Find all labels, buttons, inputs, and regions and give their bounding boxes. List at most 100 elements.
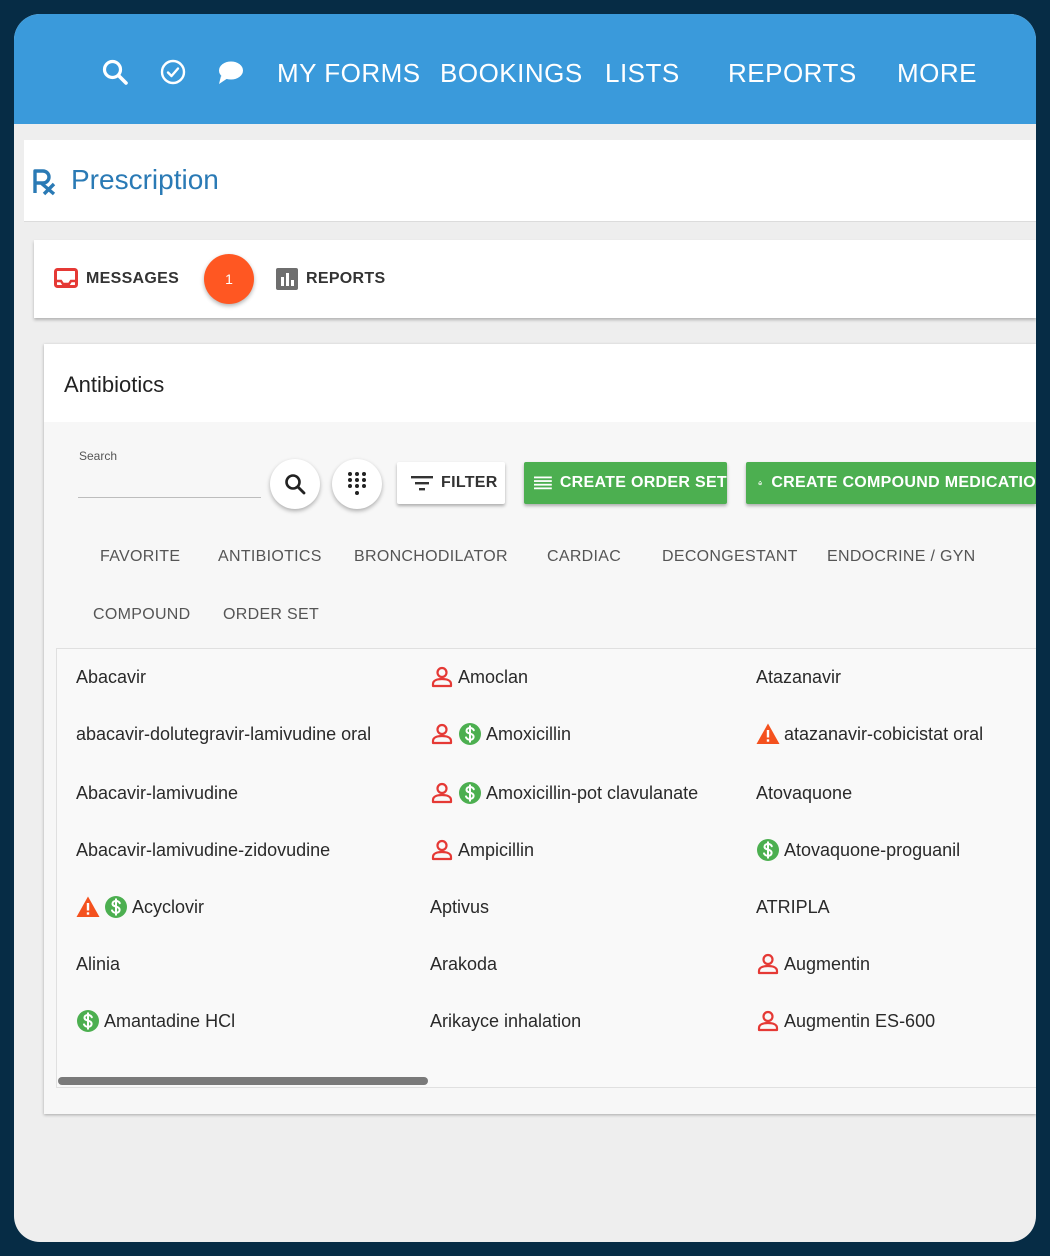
category-favorite[interactable]: FAVORITE: [100, 548, 180, 566]
dollar-icon: [757, 839, 779, 861]
medication-name: Atovaquone: [756, 782, 853, 803]
category-antibiotics[interactable]: ANTIBIOTICS: [218, 548, 322, 566]
medication-name: Arakoda: [430, 953, 498, 974]
medication-item[interactable]: Abacavir-lamivudine: [76, 780, 238, 806]
medication-name: ATRIPLA: [756, 896, 830, 917]
medication-name: Arikayce inhalation: [430, 1010, 582, 1031]
person-icon: [431, 839, 453, 861]
card-header: Antibiotics: [44, 344, 1036, 422]
person-icon: [757, 1010, 779, 1032]
card-title: Antibiotics: [64, 372, 165, 397]
search-icon: [285, 474, 306, 495]
drop-icon: [758, 480, 762, 486]
scrollbar-thumb[interactable]: [58, 1077, 428, 1085]
category-compound[interactable]: COMPOUND: [93, 606, 191, 624]
rx-icon: [33, 169, 56, 196]
medication-name: Acyclovir: [132, 896, 205, 917]
category-bronchodilator[interactable]: BRONCHODILATOR: [354, 548, 508, 566]
list-icon: [534, 476, 552, 490]
create-compound-label: CREATE COMPOUND MEDICATIO: [771, 474, 1036, 491]
search-icon[interactable]: [101, 58, 129, 86]
app-frame: MY FORMS BOOKINGS LISTS REPORTS MORE Pre…: [14, 14, 1036, 1242]
messages-count-badge: 1: [204, 254, 254, 304]
medication-item[interactable]: Amantadine HCl: [76, 1008, 235, 1034]
warning-icon: [76, 896, 100, 917]
warning-icon: [756, 723, 780, 744]
medication-item[interactable]: Aptivus: [430, 894, 489, 920]
bar-chart-icon: [276, 268, 298, 290]
medication-item[interactable]: abacavir-dolutegravir-lamivudine oral: [76, 721, 371, 747]
medication-item[interactable]: Abacavir: [76, 664, 146, 690]
medication-item[interactable]: Alinia: [76, 951, 120, 977]
tab-reports-label: REPORTS: [306, 270, 386, 287]
dialpad-button[interactable]: [332, 459, 382, 509]
medication-name: Atovaquone-proguanil: [784, 839, 961, 860]
medication-item[interactable]: Augmentin ES-600: [756, 1008, 935, 1034]
tab-messages[interactable]: MESSAGES 1: [54, 240, 254, 318]
dialpad-icon: [348, 472, 366, 495]
top-nav-bar: MY FORMS BOOKINGS LISTS REPORTS MORE: [14, 14, 1036, 124]
nav-lists[interactable]: LISTS: [605, 58, 680, 88]
page-title: Prescription: [71, 164, 219, 195]
nav-bookings[interactable]: BOOKINGS: [440, 58, 583, 88]
person-icon: [431, 723, 453, 745]
medication-item[interactable]: Abacavir-lamivudine-zidovudine: [76, 837, 330, 863]
check-circle-icon[interactable]: [159, 58, 187, 86]
medication-item[interactable]: Atovaquone: [756, 780, 852, 806]
filter-button[interactable]: FILTER: [397, 462, 505, 504]
create-compound-medication-button[interactable]: CREATE COMPOUND MEDICATIO: [746, 462, 1036, 504]
create-order-set-label: CREATE ORDER SET: [559, 474, 727, 491]
medication-name: atazanavir-cobicistat oral: [784, 723, 984, 744]
category-endocrine-gyn[interactable]: ENDOCRINE / GYN: [827, 548, 976, 566]
medication-item[interactable]: Ampicillin: [430, 837, 534, 863]
medication-name: abacavir-dolutegravir-lamivudine oral: [76, 723, 372, 744]
page-header: Prescription: [24, 140, 1036, 222]
filter-label: FILTER: [441, 474, 498, 491]
medication-item[interactable]: Amoxicillin: [430, 721, 571, 747]
category-order-set[interactable]: ORDER SET: [223, 606, 319, 624]
medication-name: Alinia: [76, 953, 121, 974]
medication-name: Augmentin: [784, 953, 871, 974]
nav-more[interactable]: MORE: [897, 58, 977, 88]
medication-name: Abacavir-lamivudine: [76, 782, 239, 803]
medication-name: Abacavir-lamivudine-zidovudine: [76, 839, 331, 860]
medication-name: Amoxicillin: [486, 723, 572, 744]
tab-messages-label: MESSAGES: [86, 270, 180, 287]
horizontal-scrollbar[interactable]: [58, 1077, 1036, 1085]
medication-name: Atazanavir: [756, 666, 842, 687]
medication-name: Augmentin ES-600: [784, 1010, 936, 1031]
medication-item[interactable]: Arakoda: [430, 951, 497, 977]
tab-reports[interactable]: REPORTS: [276, 240, 385, 318]
medication-name: Amoxicillin-pot clavulanate: [486, 782, 699, 803]
medication-item[interactable]: Augmentin: [756, 951, 870, 977]
medication-name: Amantadine HCl: [104, 1010, 236, 1031]
tabs-bar: MESSAGES 1 REPORTS: [34, 240, 1036, 318]
medication-item[interactable]: Arikayce inhalation: [430, 1008, 581, 1034]
dollar-icon: [105, 896, 127, 918]
category-decongestant[interactable]: DECONGESTANT: [662, 548, 798, 566]
medication-item[interactable]: Atazanavir: [756, 664, 841, 690]
medication-item[interactable]: atazanavir-cobicistat oral: [756, 721, 983, 747]
search-button[interactable]: [270, 459, 320, 509]
inbox-icon: [54, 268, 78, 288]
medication-item[interactable]: Acyclovir: [76, 894, 204, 920]
medication-item[interactable]: Atovaquone-proguanil: [756, 837, 960, 863]
dollar-icon: [77, 1010, 99, 1032]
medication-name: Aptivus: [430, 896, 490, 917]
chat-bubble-icon[interactable]: [216, 58, 244, 86]
antibiotics-card: Antibiotics Search FILTER CREATE ORDER S…: [44, 344, 1036, 1114]
person-icon: [757, 953, 779, 975]
medication-name: Amoclan: [458, 666, 529, 687]
category-cardiac[interactable]: CARDIAC: [547, 548, 621, 566]
person-icon: [431, 782, 453, 804]
nav-my-forms[interactable]: MY FORMS: [277, 58, 421, 88]
medication-item[interactable]: Amoxicillin-pot clavulanate: [430, 780, 698, 806]
nav-reports[interactable]: REPORTS: [728, 58, 857, 88]
dollar-icon: [459, 782, 481, 804]
filter-icon: [411, 476, 433, 491]
medication-name: Abacavir: [76, 666, 147, 687]
search-input[interactable]: [78, 472, 261, 498]
medication-item[interactable]: ATRIPLA: [756, 894, 830, 920]
create-order-set-button[interactable]: CREATE ORDER SET: [524, 462, 727, 504]
medication-item[interactable]: Amoclan: [430, 664, 528, 690]
